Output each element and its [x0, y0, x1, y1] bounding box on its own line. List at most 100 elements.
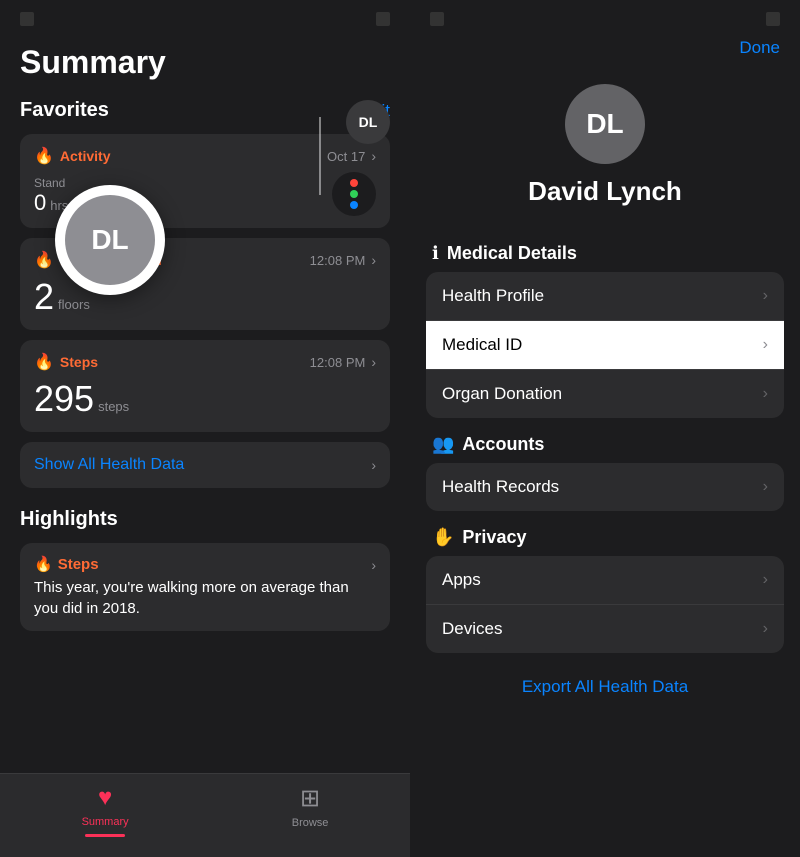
hand-icon: ✋	[432, 527, 454, 548]
favorites-label: Favorites	[20, 99, 109, 122]
stand-label: Stand	[34, 176, 68, 190]
steps-date: 12:08 PM	[310, 355, 366, 370]
profile-initials-small: DL	[359, 114, 378, 130]
favorites-header: Favorites Edit	[20, 99, 390, 122]
heart-icon: ♥	[98, 784, 112, 812]
export-health-data[interactable]: Export All Health Data	[426, 661, 784, 713]
steps-unit: steps	[98, 399, 129, 414]
health-profile-label: Health Profile	[442, 286, 544, 306]
devices-chevron: ›	[763, 620, 768, 638]
activity-chevron: ›	[371, 148, 376, 164]
show-all-health-data[interactable]: Show All Health Data ›	[20, 442, 390, 488]
floors-unit: floors	[58, 297, 90, 312]
steps-value: 295	[34, 378, 94, 420]
info-icon: ℹ	[432, 243, 439, 264]
organ-donation-label: Organ Donation	[442, 384, 562, 404]
right-nav: Done	[410, 34, 800, 68]
medical-details-group: Health Profile › Medical ID › Organ Dona…	[426, 272, 784, 418]
flame-icon-floors: 🔥	[34, 250, 54, 270]
activity-date: Oct 17	[327, 149, 365, 164]
show-all-label: Show All Health Data	[34, 456, 184, 474]
steps-chevron: ›	[371, 354, 376, 370]
highlight-steps-label: 🔥 Steps	[34, 555, 371, 573]
apps-label: Apps	[442, 570, 481, 590]
status-dot-right	[376, 12, 390, 26]
devices-label: Devices	[442, 619, 502, 639]
accounts-group: Health Records ›	[426, 463, 784, 511]
medical-id-item[interactable]: Medical ID ›	[426, 321, 784, 370]
accounts-section-header: 👥 Accounts	[432, 434, 784, 455]
activity-card-header: 🔥 Activity Oct 17 ›	[34, 146, 376, 166]
highlight-card[interactable]: 🔥 Steps This year, you're walking more o…	[20, 543, 390, 631]
accounts-title: Accounts	[462, 434, 544, 455]
grid-icon: ⊞	[300, 784, 320, 813]
show-all-chevron: ›	[371, 457, 376, 473]
steps-card-header: 🔥 Steps 12:08 PM ›	[34, 352, 376, 372]
highlight-description: This year, you're walking more on averag…	[34, 577, 371, 619]
health-profile-chevron: ›	[763, 287, 768, 305]
right-content: ℹ Medical Details Health Profile › Medic…	[410, 227, 800, 713]
profile-initials-large: DL	[91, 224, 128, 256]
organ-donation-chevron: ›	[763, 385, 768, 403]
apps-chevron: ›	[763, 571, 768, 589]
medical-id-chevron: ›	[763, 336, 768, 354]
right-status-dot-left	[430, 12, 444, 26]
profile-button[interactable]: DL	[346, 100, 390, 144]
status-dot-left	[20, 12, 34, 26]
steps-card[interactable]: 🔥 Steps 12:08 PM › 295 steps	[20, 340, 390, 432]
right-panel: Done DL David Lynch ℹ Medical Details He…	[410, 0, 800, 857]
profile-avatar-large: DL	[65, 195, 155, 285]
medical-details-title: Medical Details	[447, 243, 577, 264]
highlight-content: 🔥 Steps This year, you're walking more o…	[34, 555, 371, 619]
privacy-title: Privacy	[462, 527, 526, 548]
health-records-chevron: ›	[763, 478, 768, 496]
tab-browse-label: Browse	[292, 817, 329, 829]
devices-item[interactable]: Devices ›	[426, 605, 784, 653]
activity-rings	[332, 172, 376, 216]
tab-browse[interactable]: ⊞ Browse	[292, 784, 329, 837]
ring-dot-blue	[350, 201, 358, 209]
health-records-item[interactable]: Health Records ›	[426, 463, 784, 511]
medical-details-section-header: ℹ Medical Details	[432, 243, 784, 264]
tab-summary[interactable]: ♥ Summary	[82, 784, 129, 837]
highlight-chevron: ›	[371, 557, 376, 573]
right-status-bar	[410, 0, 800, 34]
flame-icon-activity: 🔥	[34, 146, 54, 166]
floors-chevron: ›	[371, 252, 376, 268]
left-status-bar	[0, 0, 410, 34]
done-button[interactable]: Done	[739, 38, 780, 58]
highlight-steps-text: Steps	[58, 556, 99, 573]
avatar-initials: DL	[586, 108, 623, 140]
health-records-label: Health Records	[442, 477, 559, 497]
floors-date: 12:08 PM	[310, 253, 366, 268]
summary-title: Summary	[20, 44, 390, 81]
health-profile-item[interactable]: Health Profile ›	[426, 272, 784, 321]
privacy-group: Apps › Devices ›	[426, 556, 784, 653]
privacy-section-header: ✋ Privacy	[432, 527, 784, 548]
steps-title: Steps	[60, 354, 98, 370]
activity-title-row: 🔥 Activity	[34, 146, 111, 166]
profile-overlay[interactable]: DL	[55, 185, 165, 295]
flame-icon-steps: 🔥	[34, 352, 54, 372]
tab-underline	[85, 834, 125, 837]
profile-section: DL David Lynch	[410, 68, 800, 227]
activity-title: Activity	[60, 148, 111, 164]
steps-title-row: 🔥 Steps	[34, 352, 98, 372]
highlights-title: Highlights	[20, 508, 390, 531]
user-name: David Lynch	[528, 176, 682, 207]
ring-dots	[350, 179, 358, 209]
tab-bar: ♥ Summary ⊞ Browse	[0, 773, 410, 857]
export-label: Export All Health Data	[522, 677, 688, 697]
avatar: DL	[565, 84, 645, 164]
organ-donation-item[interactable]: Organ Donation ›	[426, 370, 784, 418]
ring-dot-green	[350, 190, 358, 198]
stand-value: 0	[34, 190, 46, 216]
flame-icon-highlight: 🔥	[34, 555, 53, 573]
medical-id-label: Medical ID	[442, 335, 522, 355]
right-status-dot-right	[766, 12, 780, 26]
apps-item[interactable]: Apps ›	[426, 556, 784, 605]
ring-dot-red	[350, 179, 358, 187]
people-icon: 👥	[432, 434, 454, 455]
tab-summary-label: Summary	[82, 816, 129, 828]
floors-value: 2	[34, 276, 54, 318]
